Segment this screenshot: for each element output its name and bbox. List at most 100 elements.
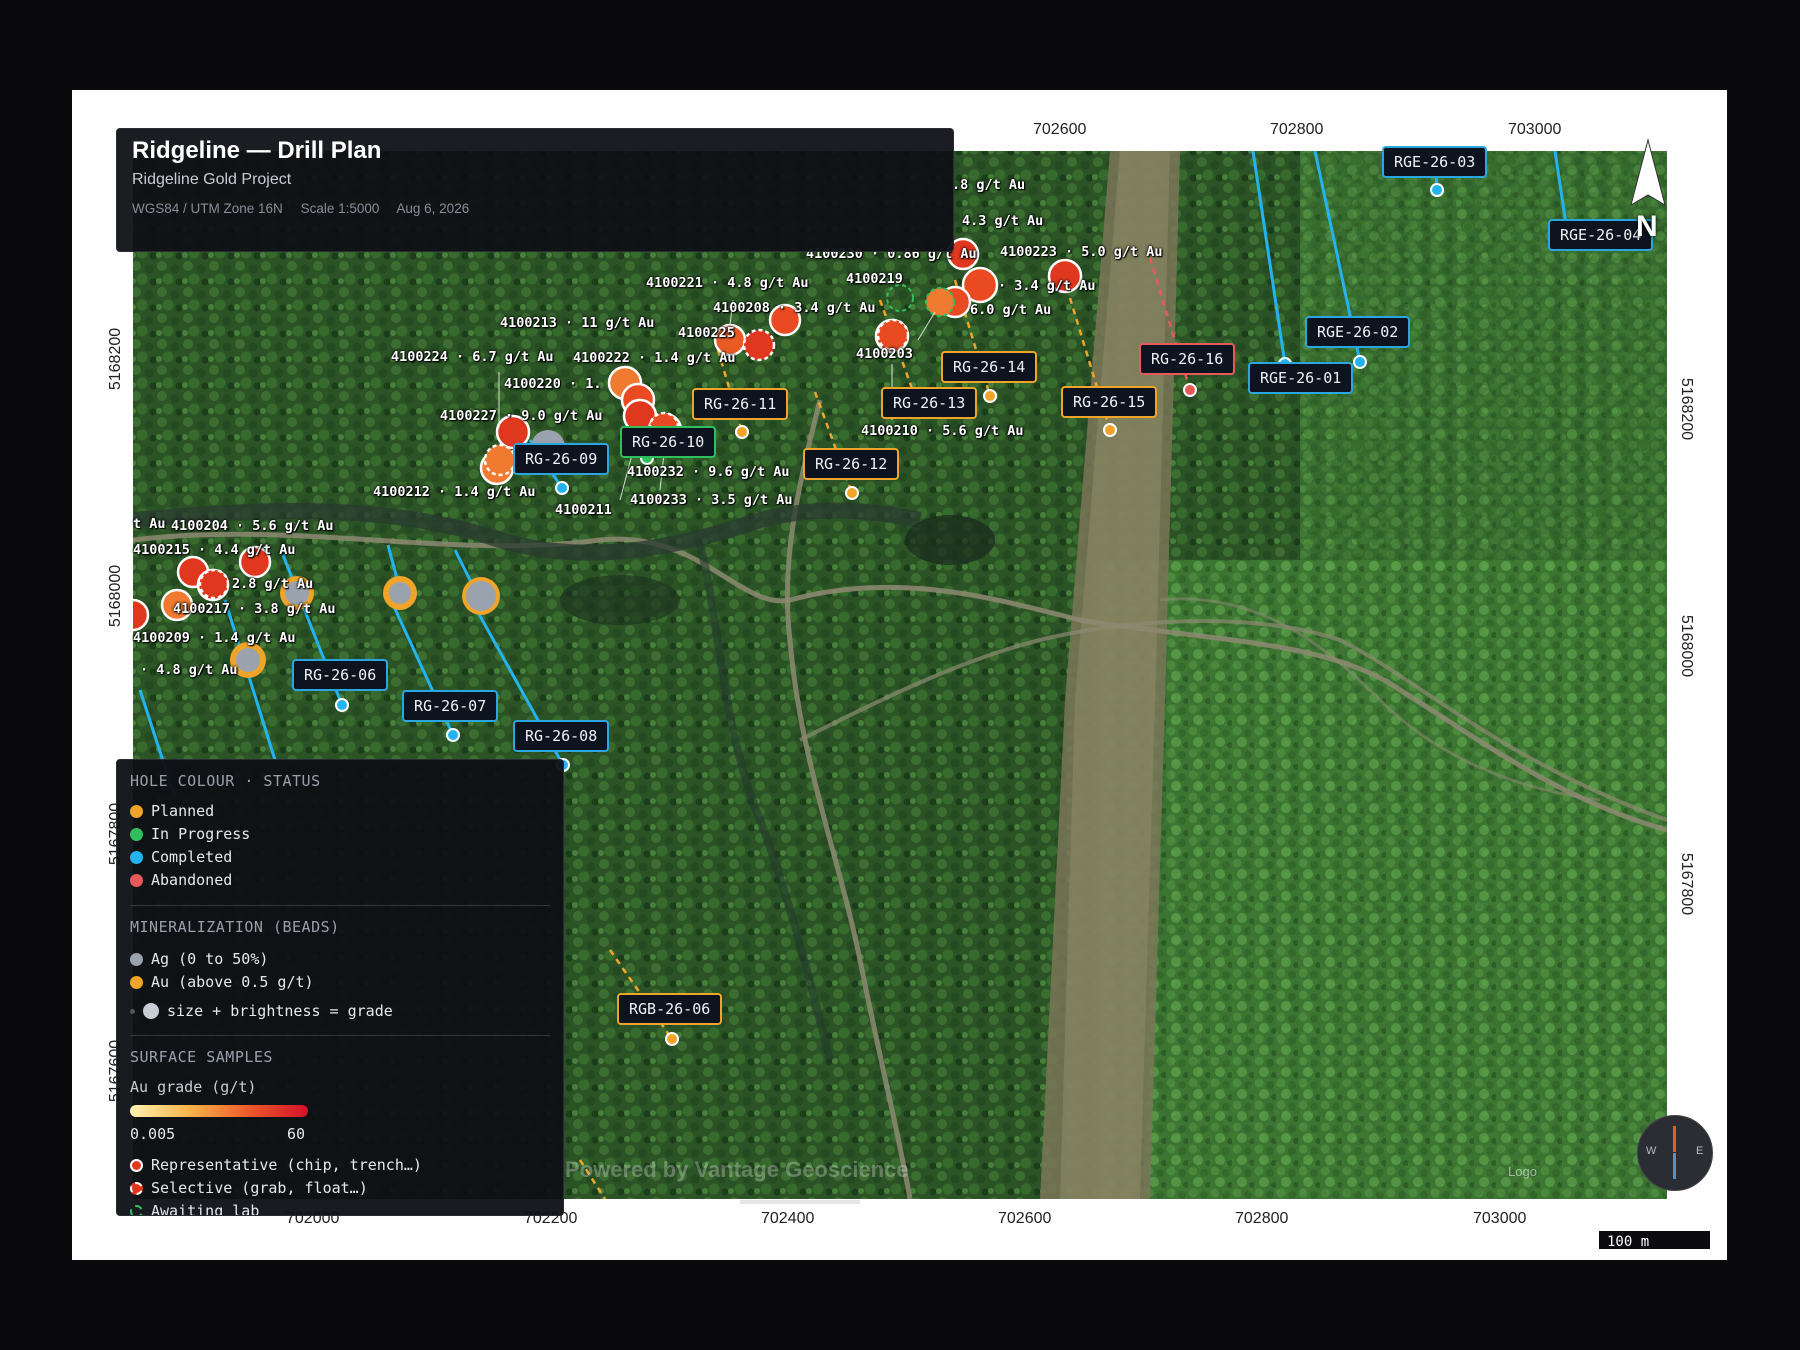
ag-dot-icon — [130, 952, 143, 966]
sample-label: .8 g/t Au — [952, 177, 1026, 193]
logo: Logo — [1508, 1164, 1537, 1179]
y-tick-right: 5168200 — [1678, 377, 1696, 441]
x-tick-top: 702800 — [1270, 121, 1324, 138]
sample-label: 4100227 · 9.0 g/t Au — [440, 408, 603, 424]
legend-status-header: HOLE COLOUR · STATUS — [130, 772, 321, 790]
hole-label-rge-26-02[interactable]: RGE-26-02 — [1305, 316, 1411, 348]
small-bead-icon — [130, 1008, 135, 1014]
representative-sample-icon — [130, 1158, 143, 1172]
legend-min-header: MINERALIZATION (BEADS) — [130, 918, 340, 936]
legend-divider — [130, 1035, 550, 1036]
hole-label-rg-26-16[interactable]: RG-26-16 — [1139, 343, 1236, 375]
sample-label: 4100203 — [856, 346, 913, 362]
sample-label: 4100221 · 4.8 g/t Au — [646, 275, 809, 291]
hole-label-rg-26-12[interactable]: RG-26-12 — [803, 448, 900, 480]
x-tick-top: 703000 — [1508, 121, 1562, 138]
legend-grade-title: Au grade (g/t) — [130, 1078, 257, 1096]
completed-dot-icon — [130, 850, 143, 864]
au-dot-icon — [130, 975, 143, 989]
compass-needle-south — [1673, 1153, 1676, 1179]
y-tick-right: 5167800 — [1678, 852, 1696, 916]
x-tick-bottom: 702800 — [1235, 1210, 1289, 1227]
sample-label: 4100211 — [555, 502, 612, 518]
sample-label: 4100208 · 3.4 g/t Au — [713, 300, 876, 316]
legend-divider — [130, 905, 550, 906]
map-meta: WGS84 / UTM Zone 16N Scale 1:5000 Aug 6,… — [132, 201, 483, 216]
sample-label: 4100233 · 3.5 g/t Au — [630, 492, 793, 508]
scale-bar: 100 m — [1597, 1229, 1712, 1251]
x-tick-bottom: 702600 — [998, 1210, 1052, 1227]
grade-gradient — [130, 1105, 308, 1117]
selective-sample-icon — [130, 1181, 143, 1195]
page-title: Ridgeline — Drill Plan — [132, 137, 382, 164]
hole-label-rg-26-06[interactable]: RG-26-06 — [292, 659, 389, 691]
hole-label-rg-26-07[interactable]: RG-26-07 — [402, 690, 499, 722]
hole-label-rg-26-14[interactable]: RG-26-14 — [941, 351, 1038, 383]
hole-label-rge-26-01[interactable]: RGE-26-01 — [1248, 362, 1354, 394]
legend-representative: Representative (chip, trench…) — [130, 1156, 422, 1174]
legend-selective: Selective (grab, float…) — [130, 1179, 368, 1197]
legend-surface-header: SURFACE SAMPLES — [130, 1048, 273, 1066]
sample-label: 4100213 · 11 g/t Au — [500, 315, 655, 331]
y-tick-right: 5168000 — [1678, 614, 1696, 678]
in-progress-dot-icon — [130, 827, 143, 841]
legend-panel: HOLE COLOUR · STATUS Planned In Progress… — [116, 759, 564, 1216]
y-tick-left: 5168200 — [107, 327, 125, 391]
sample-label: 4100220 · 1. — [504, 376, 602, 392]
date-text: Aug 6, 2026 — [396, 201, 470, 216]
legend-abandoned: Abandoned — [130, 871, 232, 889]
sample-label: · 4.8 g/t Au — [140, 662, 238, 678]
hole-label-rgb-26-06[interactable]: RGB-26-06 — [617, 993, 723, 1025]
legend-size-note: size + brightness = grade — [130, 1002, 393, 1020]
scale-text: Scale 1:5000 — [300, 201, 380, 216]
legend-ag: Ag (0 to 50%) — [130, 950, 268, 968]
hole-label-rg-26-10[interactable]: RG-26-10 — [620, 426, 717, 458]
compass-icon[interactable]: W E — [1637, 1115, 1713, 1191]
hole-label-rg-26-09[interactable]: RG-26-09 — [513, 443, 610, 475]
sample-label: 4100232 · 9.6 g/t Au — [627, 464, 790, 480]
sample-label: 4100224 · 6.7 g/t Au — [391, 349, 554, 365]
project-subtitle: Ridgeline Gold Project — [132, 171, 292, 188]
sample-label: 4100223 · 5.0 g/t Au — [1000, 244, 1163, 260]
sample-label: 4100219 — [846, 271, 903, 287]
sample-label: 4100225 — [678, 325, 735, 341]
sample-label: 4100215 · 4.4 g/t Au — [133, 542, 296, 558]
y-tick-left: 5168000 — [107, 564, 125, 628]
sample-label: 4100209 · 1.4 g/t Au — [133, 630, 296, 646]
sample-label: 4100210 · 5.6 g/t Au — [861, 423, 1024, 439]
hole-label-rg-26-08[interactable]: RG-26-08 — [513, 720, 610, 752]
sample-label: · 3.4 g/t Au — [998, 278, 1096, 294]
hole-label-rge-26-03[interactable]: RGE-26-03 — [1382, 146, 1488, 178]
grade-min: 0.005 — [130, 1125, 176, 1143]
sample-label: 4100217 · 3.8 g/t Au — [173, 601, 336, 617]
legend-in-progress: In Progress — [130, 825, 250, 843]
sample-label: 4.3 g/t Au — [962, 213, 1044, 229]
sample-label: 6.0 g/t Au — [970, 302, 1052, 318]
abandoned-dot-icon — [130, 873, 143, 887]
legend-completed: Completed — [130, 848, 232, 866]
compass-needle-north — [1673, 1126, 1676, 1152]
north-label: N — [1636, 210, 1658, 243]
legend-au: Au (above 0.5 g/t) — [130, 973, 314, 991]
x-tick-bottom: 702400 — [761, 1210, 815, 1227]
sample-label: 4100222 · 1.4 g/t Au — [573, 350, 736, 366]
x-tick-top: 702600 — [1033, 121, 1087, 138]
legend-planned: Planned — [130, 802, 214, 820]
sample-label: t Au — [133, 516, 166, 532]
compass-w: W — [1646, 1145, 1657, 1157]
hole-label-rg-26-11[interactable]: RG-26-11 — [692, 388, 789, 420]
grade-max: 60 — [287, 1125, 306, 1143]
x-tick-bottom: 703000 — [1473, 1210, 1527, 1227]
sample-label: 4100212 · 1.4 g/t Au — [373, 484, 536, 500]
title-panel: Ridgeline — Drill Plan Ridgeline Gold Pr… — [116, 128, 954, 252]
crs-text: WGS84 / UTM Zone 16N — [132, 201, 283, 216]
hole-label-rg-26-15[interactable]: RG-26-15 — [1061, 386, 1158, 418]
awaiting-sample-icon — [130, 1204, 143, 1215]
legend-awaiting: Awaiting lab — [130, 1202, 259, 1215]
sample-label: 2.8 g/t Au — [232, 576, 314, 592]
watermark: Powered by Vantage Geoscience — [565, 1157, 909, 1182]
compass-e: E — [1696, 1145, 1704, 1157]
large-bead-icon — [143, 1003, 159, 1019]
hole-label-rg-26-13[interactable]: RG-26-13 — [881, 387, 978, 419]
planned-dot-icon — [130, 804, 143, 818]
